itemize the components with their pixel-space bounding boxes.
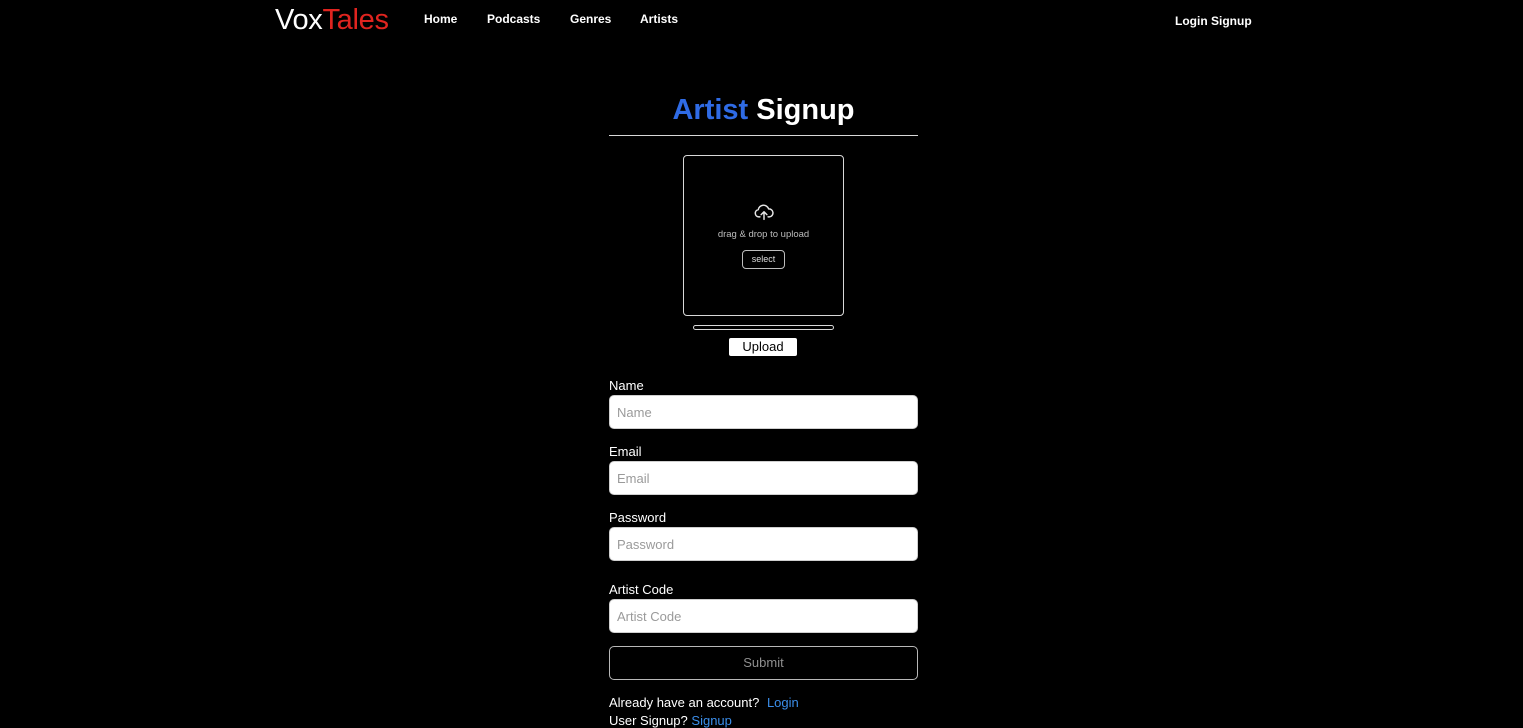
navbar: VoxTales Home Podcasts Genres Artists Lo…: [0, 0, 1523, 44]
nav-home[interactable]: Home: [424, 12, 457, 26]
page-title-accent: Artist: [672, 94, 749, 126]
submit-button[interactable]: Submit: [609, 646, 918, 680]
cloud-upload-icon: [754, 204, 774, 221]
title-divider: [609, 135, 918, 136]
nav-podcasts[interactable]: Podcasts: [487, 12, 540, 26]
email-input[interactable]: [609, 461, 918, 495]
name-input[interactable]: [609, 395, 918, 429]
login-link[interactable]: Login: [1175, 14, 1208, 28]
artist-code-label: Artist Code: [609, 582, 674, 597]
signup-link[interactable]: Signup: [1211, 14, 1252, 28]
email-label: Email: [609, 444, 642, 459]
nav-genres[interactable]: Genres: [570, 12, 611, 26]
name-label: Name: [609, 378, 644, 393]
logo-part2: Tales: [322, 4, 389, 36]
user-signup-link[interactable]: Signup: [691, 713, 731, 728]
upload-progress-bar: [693, 325, 834, 330]
logo[interactable]: VoxTales: [275, 3, 389, 37]
select-file-button[interactable]: select: [742, 250, 785, 269]
page-title-rest: Signup: [756, 94, 855, 126]
login-prompt-link[interactable]: Login: [767, 695, 799, 710]
password-label: Password: [609, 510, 667, 525]
login-prompt: Already have an account? Login: [609, 695, 799, 710]
user-signup-prompt: User Signup? Signup: [609, 713, 732, 728]
image-dropzone[interactable]: drag & drop to upload select: [683, 155, 844, 316]
logo-part1: Vox: [275, 4, 323, 36]
upload-button[interactable]: Upload: [729, 338, 797, 356]
nav-artists[interactable]: Artists: [640, 12, 678, 26]
already-account-text: Already have an account?: [609, 695, 760, 710]
user-signup-text: User Signup?: [609, 713, 688, 728]
password-input[interactable]: [609, 527, 918, 561]
drop-instructions: drag & drop to upload: [717, 229, 810, 240]
artist-code-input[interactable]: [609, 599, 918, 633]
page-title: Artist Signup: [609, 91, 918, 129]
